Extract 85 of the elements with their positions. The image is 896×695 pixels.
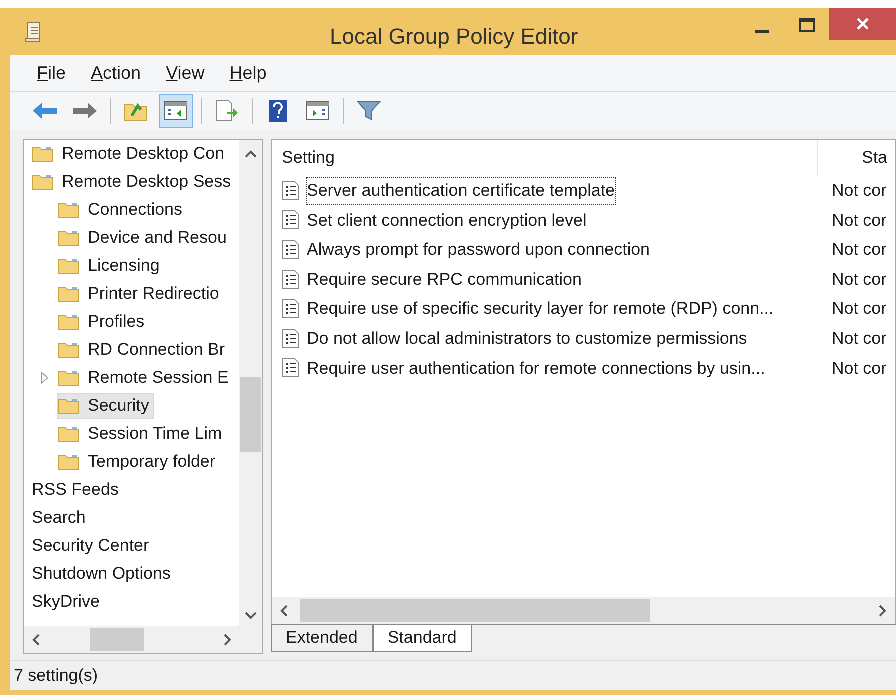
folder-icon [58,425,80,443]
folder-icon [58,453,80,471]
state-cell-text: Not cor [831,210,887,232]
policy-icon [282,328,300,349]
tree-item[interactable]: Search [27,505,91,531]
tree-item[interactable]: RSS Feeds [27,477,124,503]
scrollbar-thumb[interactable] [300,599,650,622]
setting-name[interactable]: Require secure RPC communication [306,266,583,294]
scrollbar-thumb[interactable] [240,377,261,452]
toolbar-button[interactable] [159,94,193,128]
state-cell-text: Not cor [831,268,887,291]
scroll-right-icon[interactable] [224,634,232,646]
policy-icon [282,270,300,290]
tree-item[interactable]: Connections [57,197,188,223]
policy-icon [282,180,300,201]
status-text: 7 setting(s) [14,664,98,687]
window-title: Local Group Policy Editor [330,23,578,51]
setting-name[interactable]: Require use of specific security layer for remote (RDP) conn... [306,295,775,323]
menu-item[interactable]: Help [230,60,267,86]
close-icon [856,17,870,31]
folder-icon [32,145,54,163]
setting-name[interactable]: Set client connection encryption level [306,206,588,234]
tree-item[interactable]: Shutdown Options [27,561,176,587]
tree-item[interactable]: Device and Resou [57,225,232,251]
state-cell-text: Not cor [831,298,887,320]
folder-icon [58,341,80,359]
minimize-icon[interactable] [755,30,769,34]
forward-arrow-icon[interactable] [72,101,98,121]
setting-name[interactable]: Server authentication certificate template [306,177,616,205]
scroll-left-icon[interactable] [280,604,288,616]
scroll-down-icon[interactable] [244,612,256,620]
tree-item[interactable]: Remote Desktop Con [27,141,230,167]
folder-icon [58,257,80,275]
menu-item[interactable]: Action [91,60,142,86]
state-cell-text: Not cor [831,180,887,202]
back-arrow-icon[interactable] [32,101,58,121]
policy-icon [282,299,300,320]
folder-icon [58,285,80,303]
pane-icon[interactable] [164,101,188,121]
state-cell-text: Not cor [831,328,887,350]
menu-item[interactable]: View [166,60,205,86]
tree-item[interactable]: Temporary folder [57,449,221,475]
scroll-left-icon[interactable] [32,634,40,646]
tree-item[interactable]: Session Time Lim [57,421,228,447]
column-header[interactable]: Sta [818,140,895,176]
folder-icon [58,201,80,219]
horizontal-scrollbar[interactable] [24,626,262,653]
policy-icon [282,240,300,260]
folder-icon [58,397,80,415]
tree-item[interactable]: SkyDrive [27,589,106,615]
tree-item[interactable]: Remote Session E [57,365,234,391]
state-cell-text: Not cor [831,358,887,380]
tree-item[interactable]: Security Center [27,533,154,559]
scroll-up-icon[interactable] [244,150,256,158]
filter-icon[interactable] [357,100,381,122]
view-tab[interactable]: Extended [271,625,373,652]
setting-name[interactable]: Do not allow local administrators to customize permissions [306,325,748,353]
tree-item[interactable]: Licensing [57,253,165,279]
tree-item[interactable]: Printer Redirectio [57,281,224,307]
policy-icon [282,358,300,378]
tree-item[interactable]: RD Connection Br [57,337,230,363]
pane-icon[interactable] [306,101,330,121]
menu-item[interactable]: File [37,60,66,86]
expand-arrow-icon[interactable] [40,372,50,384]
policy-icon [282,210,300,230]
setting-name[interactable]: Always prompt for password upon connection [306,236,652,264]
tree-item[interactable]: Profiles [57,309,150,335]
export-list-icon[interactable] [215,100,239,122]
help-icon[interactable] [268,99,288,123]
column-header[interactable]: Setting [272,140,818,176]
view-tab[interactable]: Standard [372,625,472,652]
tree-item[interactable]: Security [57,393,154,419]
folder-icon [58,313,80,331]
folder-icon [58,229,80,247]
close-button[interactable] [829,8,896,40]
scrollbar-thumb[interactable] [90,628,144,651]
folder-icon [32,173,54,191]
setting-name[interactable]: Require user authentication for remote connections by usin... [306,354,766,382]
vertical-scrollbar[interactable] [239,140,262,626]
state-cell-text: Not cor [831,239,887,262]
folder-icon [58,369,80,387]
tree-item[interactable]: Remote Desktop Sess [27,169,236,195]
maximize-icon[interactable] [799,18,815,32]
scroll-right-icon[interactable] [879,604,887,616]
horizontal-scrollbar[interactable] [272,597,895,624]
